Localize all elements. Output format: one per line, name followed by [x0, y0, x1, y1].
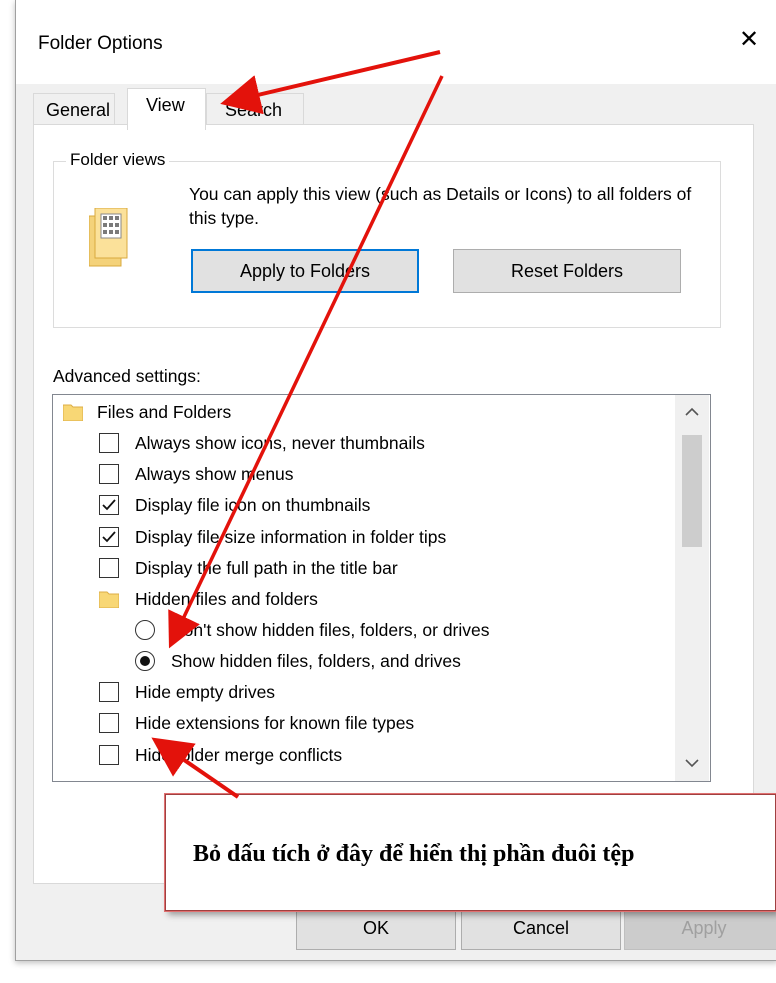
- list-item-label: Display the full path in the title bar: [135, 558, 398, 578]
- radio-selected[interactable]: [135, 651, 155, 671]
- checkbox-unchecked[interactable]: [99, 433, 119, 453]
- list-item-checkbox[interactable]: Display file size information in folder …: [99, 522, 446, 552]
- folder-view-icon: [89, 208, 128, 267]
- annotation-callout: Bỏ dấu tích ở đây để hiển thị phần đuôi …: [165, 794, 776, 911]
- reset-folders-button[interactable]: Reset Folders: [453, 249, 681, 293]
- list-item-label: Hide empty drives: [135, 682, 276, 702]
- ok-button[interactable]: OK: [296, 906, 456, 950]
- checkbox-unchecked[interactable]: [99, 558, 119, 578]
- apply-button[interactable]: Apply: [624, 906, 776, 950]
- list-item-label: Hidden files and folders: [135, 589, 318, 609]
- checkbox-unchecked[interactable]: [99, 464, 119, 484]
- annotation-callout-text: Bỏ dấu tích ở đây để hiển thị phần đuôi …: [193, 841, 635, 867]
- folder-icon: [63, 404, 83, 421]
- list-item-radio[interactable]: Don't show hidden files, folders, or dri…: [135, 615, 490, 645]
- folder-icon: [99, 591, 119, 608]
- list-item-radio[interactable]: Show hidden files, folders, and drives: [135, 646, 461, 676]
- list-item-label: Files and Folders: [97, 402, 232, 422]
- checkmark-icon: [102, 499, 116, 511]
- scroll-down-icon[interactable]: [685, 758, 699, 768]
- tab-view-label: View: [146, 95, 185, 115]
- list-item-label: Hide folder merge conflicts: [135, 745, 343, 765]
- list-item-checkbox[interactable]: Always show menus: [99, 459, 294, 489]
- close-icon[interactable]: ✕: [739, 28, 759, 52]
- cancel-button[interactable]: Cancel: [461, 906, 621, 950]
- folder-views-label: Folder views: [66, 150, 170, 170]
- list-item-label: Show hidden files, folders, and drives: [171, 651, 461, 671]
- vertical-scrollbar[interactable]: [675, 395, 709, 781]
- advanced-settings-list[interactable]: Files and Folders Always show icons, nev…: [52, 394, 711, 782]
- list-item-label: Always show icons, never thumbnails: [135, 433, 425, 453]
- tab-view[interactable]: View: [127, 88, 206, 130]
- checkbox-unchecked[interactable]: [99, 745, 119, 765]
- checkbox-unchecked[interactable]: [99, 713, 119, 733]
- window-title: Folder Options: [38, 33, 163, 54]
- folder-views-description: You can apply this view (such as Details…: [189, 184, 692, 228]
- list-item-label: Display file icon on thumbnails: [135, 495, 371, 515]
- list-item-checkbox[interactable]: Display file icon on thumbnails: [99, 490, 370, 520]
- scrollbar-thumb[interactable]: [682, 435, 702, 547]
- list-item-files-and-folders: Files and Folders: [63, 397, 231, 427]
- list-item-label: Hide extensions for known file types: [135, 713, 415, 733]
- list-item-checkbox[interactable]: Display the full path in the title bar: [99, 553, 398, 583]
- list-item-checkbox-hide-extensions[interactable]: Hide extensions for known file types: [99, 708, 414, 738]
- list-item-checkbox[interactable]: Hide empty drives: [99, 677, 275, 707]
- tab-search-label: Search: [225, 100, 283, 120]
- radio-unselected[interactable]: [135, 620, 155, 640]
- apply-to-folders-button[interactable]: Apply to Folders: [191, 249, 419, 293]
- list-item-checkbox[interactable]: Always show icons, never thumbnails: [99, 428, 425, 458]
- list-item-checkbox[interactable]: Hide folder merge conflicts: [99, 740, 342, 770]
- folder-views-group: Folder views You can apply this view (su…: [53, 150, 721, 328]
- checkbox-unchecked[interactable]: [99, 682, 119, 702]
- tab-general-label: General: [46, 100, 111, 120]
- scroll-up-icon[interactable]: [685, 407, 699, 417]
- list-item-label: Don't show hidden files, folders, or dri…: [171, 620, 490, 640]
- list-item-label: Always show menus: [135, 464, 294, 484]
- checkmark-icon: [102, 531, 116, 543]
- list-item-label: Display file size information in folder …: [135, 527, 447, 547]
- list-item-hidden-files-folder: Hidden files and folders: [99, 584, 318, 614]
- advanced-settings-label: Advanced settings:: [53, 366, 201, 386]
- checkbox-checked[interactable]: [99, 527, 119, 547]
- checkbox-checked[interactable]: [99, 495, 119, 515]
